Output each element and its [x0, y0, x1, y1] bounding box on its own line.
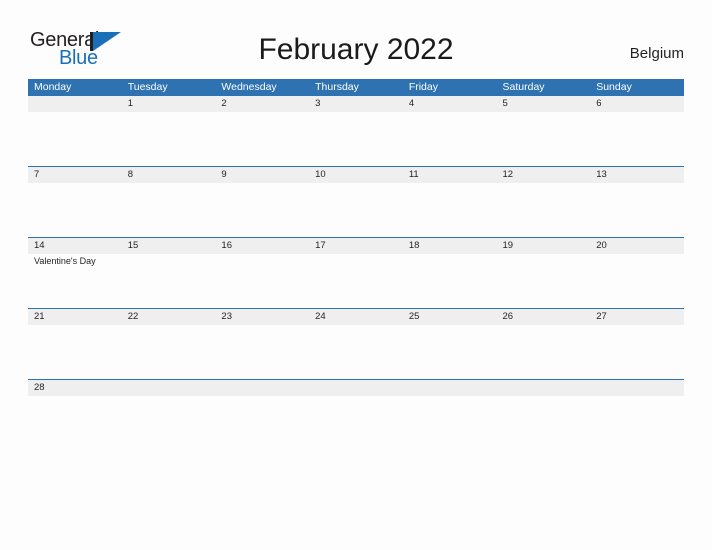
weekday-header-saturday: Saturday: [502, 81, 545, 93]
day-number: 17: [315, 240, 326, 251]
calendar-day-cell[interactable]: 12: [497, 167, 591, 237]
calendar-day-cell[interactable]: 14 Valentine's Day: [28, 238, 122, 308]
calendar-day-cell[interactable]: 2: [215, 96, 309, 166]
calendar-day-cell[interactable]: 5: [497, 96, 591, 166]
day-number: 21: [34, 311, 45, 322]
calendar-day-cell[interactable]: 17: [309, 238, 403, 308]
day-number: 6: [596, 98, 602, 109]
calendar-day-cell[interactable]: 27: [590, 309, 684, 379]
day-number: 28: [34, 382, 45, 393]
day-number: 16: [221, 240, 232, 251]
day-number: 11: [408, 169, 419, 180]
day-number: 19: [502, 240, 514, 251]
calendar-day-cell[interactable]: 11: [403, 167, 497, 237]
calendar-week-cells: 21 22 23 24 25 26 27: [28, 309, 684, 379]
calendar-day-cell[interactable]: 16: [215, 238, 309, 308]
calendar-week-row: 28: [28, 379, 684, 450]
weekday-header-monday: Monday: [34, 81, 72, 93]
calendar-day-cell[interactable]: 26: [497, 309, 591, 379]
country-label: Belgium: [629, 45, 684, 62]
calendar-week-row: 21 22 23 24 25 26 27: [28, 308, 684, 379]
calendar-day-cell[interactable]: 6: [590, 96, 684, 166]
calendar-day-cell[interactable]: 19: [497, 238, 591, 308]
calendar-day-cell[interactable]: 10: [309, 167, 403, 237]
calendar-day-cell-empty: [403, 380, 497, 450]
calendar-day-cell[interactable]: 3: [309, 96, 403, 166]
day-number: 15: [127, 240, 139, 251]
calendar-day-cell[interactable]: 18: [403, 238, 497, 308]
calendar-week-row: 1 2 3 4 5 6: [28, 96, 684, 166]
calendar-day-cell[interactable]: 9: [215, 167, 309, 237]
calendar-day-cell[interactable]: 7: [28, 167, 122, 237]
calendar-day-cell-empty: [215, 380, 309, 450]
calendar-day-cell[interactable]: 25: [403, 309, 497, 379]
calendar-day-cell[interactable]: 24: [309, 309, 403, 379]
calendar-day-cell[interactable]: 28: [28, 380, 122, 450]
calendar-week-cells: 28: [28, 380, 684, 450]
calendar-grid: Monday Tuesday Wednesday Thursday Friday Satu…: [28, 79, 684, 450]
calendar-day-cell[interactable]: 22: [122, 309, 216, 379]
day-event-label: Valentine's Day: [34, 256, 96, 266]
day-number: 4: [408, 98, 415, 109]
page-title: February 2022: [258, 33, 454, 66]
day-number: 25: [408, 311, 420, 322]
day-number: 22: [127, 311, 139, 322]
calendar-day-cell-empty: [28, 96, 122, 166]
calendar-week-cells: 7 8 9 10 11 12 13: [28, 167, 684, 237]
day-number: 26: [502, 311, 514, 322]
day-number: 2: [221, 98, 227, 109]
day-number: 5: [502, 98, 508, 109]
calendar-day-cell-empty: [122, 380, 216, 450]
weekday-header-friday: Friday: [408, 81, 438, 93]
calendar-day-cell[interactable]: 4: [403, 96, 497, 166]
calendar-day-cell[interactable]: 8: [122, 167, 216, 237]
day-number: 7: [34, 169, 40, 180]
calendar-week-cells: 14 Valentine's Day 15 16 17 18 19 20: [28, 238, 684, 308]
day-number: 1: [127, 98, 133, 109]
day-number: 10: [315, 169, 326, 180]
weekday-header-wednesday: Wednesday: [221, 81, 277, 93]
day-number: 20: [596, 240, 607, 251]
calendar-week-row: 7 8 9 10 11 12 13: [28, 166, 684, 237]
calendar-day-cell-empty: [590, 380, 684, 450]
calendar-day-cell[interactable]: 15: [122, 238, 216, 308]
day-number: 24: [315, 311, 326, 322]
day-number: 12: [502, 169, 514, 180]
day-number: 8: [127, 169, 133, 180]
calendar-day-cell[interactable]: 20: [590, 238, 684, 308]
calendar-day-cell-empty: [497, 380, 591, 450]
calendar-day-cell-empty: [309, 380, 403, 450]
weekday-header-tuesday: Tuesday: [127, 81, 168, 93]
day-number: 18: [408, 240, 420, 251]
day-number: 3: [315, 98, 321, 109]
weekday-header-thursday: Thursday: [315, 81, 359, 93]
calendar-weeks: 1 2 3 4 5 6 7 8 9 10 11 12 13 14 Valentine's Day 15 16 17…: [28, 96, 684, 450]
calendar-week-cells: 1 2 3 4 5 6: [28, 96, 684, 166]
day-number: 13: [596, 169, 607, 180]
day-number: 14: [34, 240, 45, 251]
calendar-week-row: 14 Valentine's Day 15 16 17 18 19 20: [28, 237, 684, 308]
weekday-header-sunday: Sunday: [596, 81, 632, 93]
day-number: 9: [221, 169, 227, 180]
day-number: 27: [596, 311, 607, 322]
calendar-day-cell[interactable]: 21: [28, 309, 122, 379]
calendar-day-cell[interactable]: 13: [590, 167, 684, 237]
calendar-day-cell[interactable]: 23: [215, 309, 309, 379]
page-header: General Blue February 2022 Belgium: [0, 0, 712, 78]
weekday-header-row: Monday Tuesday Wednesday Thursday Friday Satu…: [28, 79, 684, 96]
calendar-day-cell[interactable]: 1: [122, 96, 216, 166]
day-number: 23: [221, 311, 232, 322]
